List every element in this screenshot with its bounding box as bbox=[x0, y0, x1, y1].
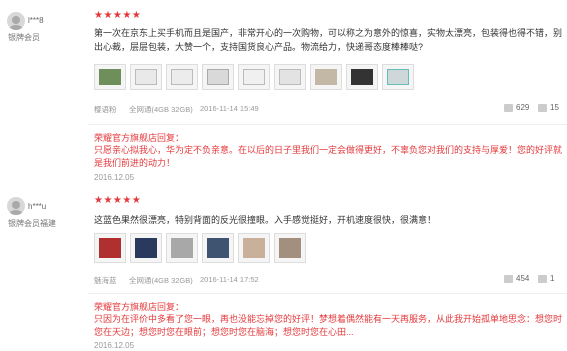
review-image-thumbnail[interactable] bbox=[94, 64, 126, 90]
review-image-thumbnail[interactable] bbox=[130, 64, 162, 90]
reply-label: 荣耀官方旗舰店回复： bbox=[94, 302, 185, 312]
product-color: 樱语粉 bbox=[94, 105, 117, 114]
avatar[interactable] bbox=[7, 197, 25, 215]
product-spec: 全网通(4GB 32GB) bbox=[129, 276, 193, 285]
seller-reply: 荣耀官方旗舰店回复： 只愿亲心拟我心，华为定不负亲意。在以后的日子里我们一定会做… bbox=[88, 124, 567, 182]
review-content: 这蓝色果然很漂亮，特别背面的反光很撞眼。入手感觉挺好，开机速度很快，很满意！ bbox=[94, 215, 437, 225]
seller-reply: 荣耀官方旗舰店回复： 只因为在评价中多看了您一眼，再也没能忘掉您的好评！梦想着偶… bbox=[88, 293, 567, 351]
reply-count-button[interactable]: 1 bbox=[538, 274, 554, 283]
avatar[interactable] bbox=[7, 12, 25, 30]
review-datetime: 2016-11-14 15:49 bbox=[200, 104, 259, 113]
review-image-thumbnail[interactable] bbox=[166, 233, 198, 263]
review-datetime: 2016-11-14 17:52 bbox=[200, 275, 259, 284]
thumbs-up-icon bbox=[504, 274, 513, 283]
review-image-thumbnail[interactable] bbox=[310, 64, 342, 90]
star-rating: ★★★★★ bbox=[94, 10, 142, 21]
review-item: h***u 银牌会员 福建 ★★★★★ 这蓝色果然很漂亮，特别背面的反光很撞眼。… bbox=[0, 175, 567, 351]
reply-date: 2016.12.05 bbox=[94, 341, 135, 350]
like-count: 629 bbox=[516, 103, 530, 112]
member-level: 银牌会员 bbox=[8, 33, 40, 42]
reply-text: 只愿亲心拟我心，华为定不负亲意。在以后的日子里我们一定会做得更好，不辜负您对我们… bbox=[94, 145, 563, 168]
review-item: l***8 银牌会员 ★★★★★ 第一次在京东上买手机而且是国产，非常开心的一次… bbox=[0, 0, 567, 182]
review-image-thumbnail[interactable] bbox=[238, 233, 270, 263]
username: l***8 bbox=[28, 16, 44, 25]
review-image-thumbnail[interactable] bbox=[274, 64, 306, 90]
review-image-thumbnail[interactable] bbox=[130, 233, 162, 263]
product-spec: 全网通(4GB 32GB) bbox=[129, 105, 193, 114]
comment-icon bbox=[538, 103, 547, 112]
review-image-thumbnail[interactable] bbox=[382, 64, 414, 90]
reply-label: 荣耀官方旗舰店回复： bbox=[94, 133, 185, 143]
review-image-thumbnail[interactable] bbox=[202, 64, 234, 90]
reply-count: 1 bbox=[550, 274, 555, 283]
review-image-thumbnail[interactable] bbox=[166, 64, 198, 90]
product-color: 魅海蓝 bbox=[94, 276, 117, 285]
like-count: 454 bbox=[516, 274, 530, 283]
username: h***u bbox=[28, 202, 47, 211]
review-image-thumbnail[interactable] bbox=[274, 233, 306, 263]
review-image-thumbnail[interactable] bbox=[346, 64, 378, 90]
thumbs-up-icon bbox=[504, 103, 513, 112]
review-content: 第一次在京东上买手机而且是国产，非常开心的一次购物，可以称之为意外的惊喜，实物太… bbox=[94, 28, 563, 52]
like-button[interactable]: 629 bbox=[504, 103, 529, 112]
comment-icon bbox=[538, 274, 547, 283]
member-level: 银牌会员 bbox=[8, 219, 40, 228]
review-images bbox=[94, 64, 414, 90]
review-image-thumbnail[interactable] bbox=[202, 233, 234, 263]
like-button[interactable]: 454 bbox=[504, 274, 529, 283]
member-region: 福建 bbox=[40, 219, 56, 228]
review-image-thumbnail[interactable] bbox=[94, 233, 126, 263]
review-images bbox=[94, 233, 306, 263]
reply-count-button[interactable]: 15 bbox=[538, 103, 559, 112]
star-rating: ★★★★★ bbox=[94, 195, 142, 206]
review-image-thumbnail[interactable] bbox=[238, 64, 270, 90]
reply-text: 只因为在评价中多看了您一眼，再也没能忘掉您的好评！梦想着偶然能有一天再服务，从此… bbox=[94, 314, 563, 337]
reply-count: 15 bbox=[550, 103, 559, 112]
